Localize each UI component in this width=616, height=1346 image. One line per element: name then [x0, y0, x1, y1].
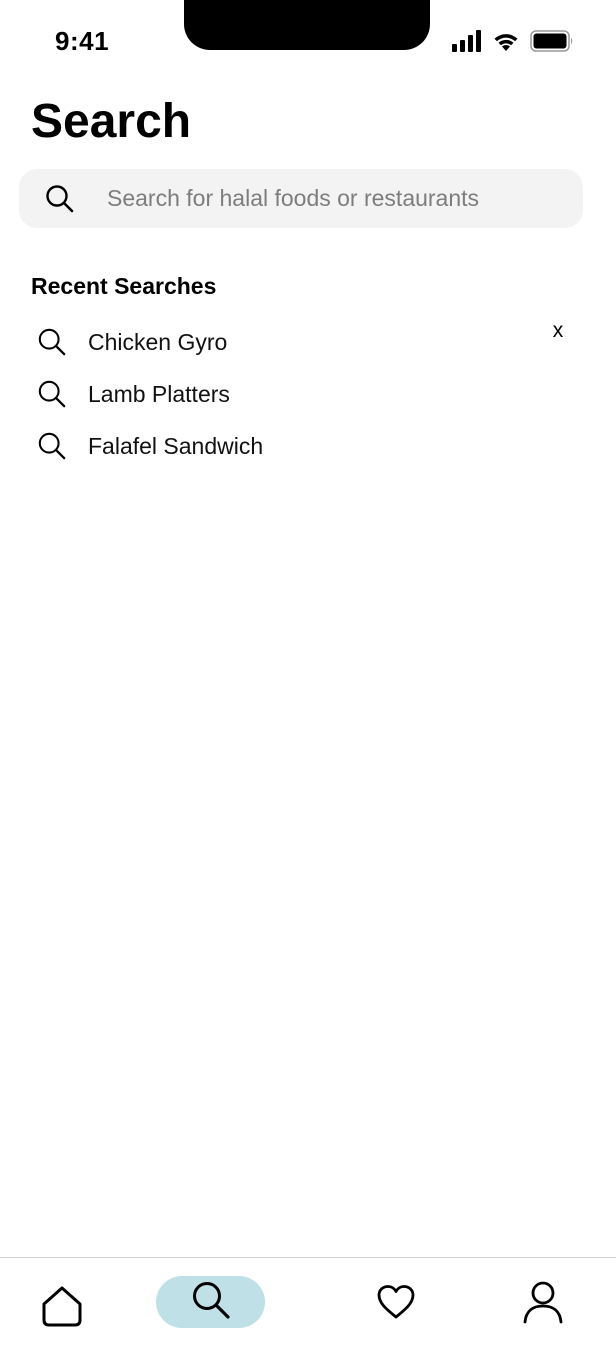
search-icon [36, 326, 68, 358]
search-bar[interactable] [19, 169, 583, 228]
page-title: Search [31, 95, 192, 148]
status-icons [452, 30, 574, 52]
recent-search-item[interactable]: Lamb Platters [36, 368, 576, 420]
recent-search-item[interactable]: Chicken Gyro [36, 316, 576, 368]
cellular-signal-icon [452, 30, 482, 52]
recent-search-item[interactable]: Falafel Sandwich [36, 420, 576, 472]
search-icon [190, 1279, 232, 1326]
recent-search-label: Falafel Sandwich [88, 432, 264, 459]
user-icon [521, 1280, 565, 1329]
home-icon [39, 1284, 85, 1333]
tab-bar [0, 1257, 616, 1346]
tab-home[interactable] [38, 1282, 86, 1334]
recent-search-label: Lamb Platters [88, 380, 230, 407]
heart-icon [376, 1284, 416, 1325]
search-icon [36, 430, 68, 462]
search-input[interactable] [107, 169, 567, 228]
search-icon [44, 183, 76, 220]
search-icon [36, 378, 68, 410]
recent-search-label: Chicken Gyro [88, 328, 228, 355]
tab-profile[interactable] [519, 1278, 567, 1330]
recent-searches-list: Chicken Gyro Lamb Platters Falafel Sandw… [36, 316, 576, 472]
tab-favorites[interactable] [372, 1278, 420, 1330]
battery-icon [530, 30, 574, 52]
status-bar: 9:41 [0, 0, 616, 80]
status-time: 9:41 [55, 26, 110, 56]
wifi-icon [492, 30, 520, 52]
recent-searches-heading: Recent Searches [31, 273, 217, 299]
device-notch [184, 0, 430, 50]
tab-search[interactable] [156, 1276, 265, 1328]
